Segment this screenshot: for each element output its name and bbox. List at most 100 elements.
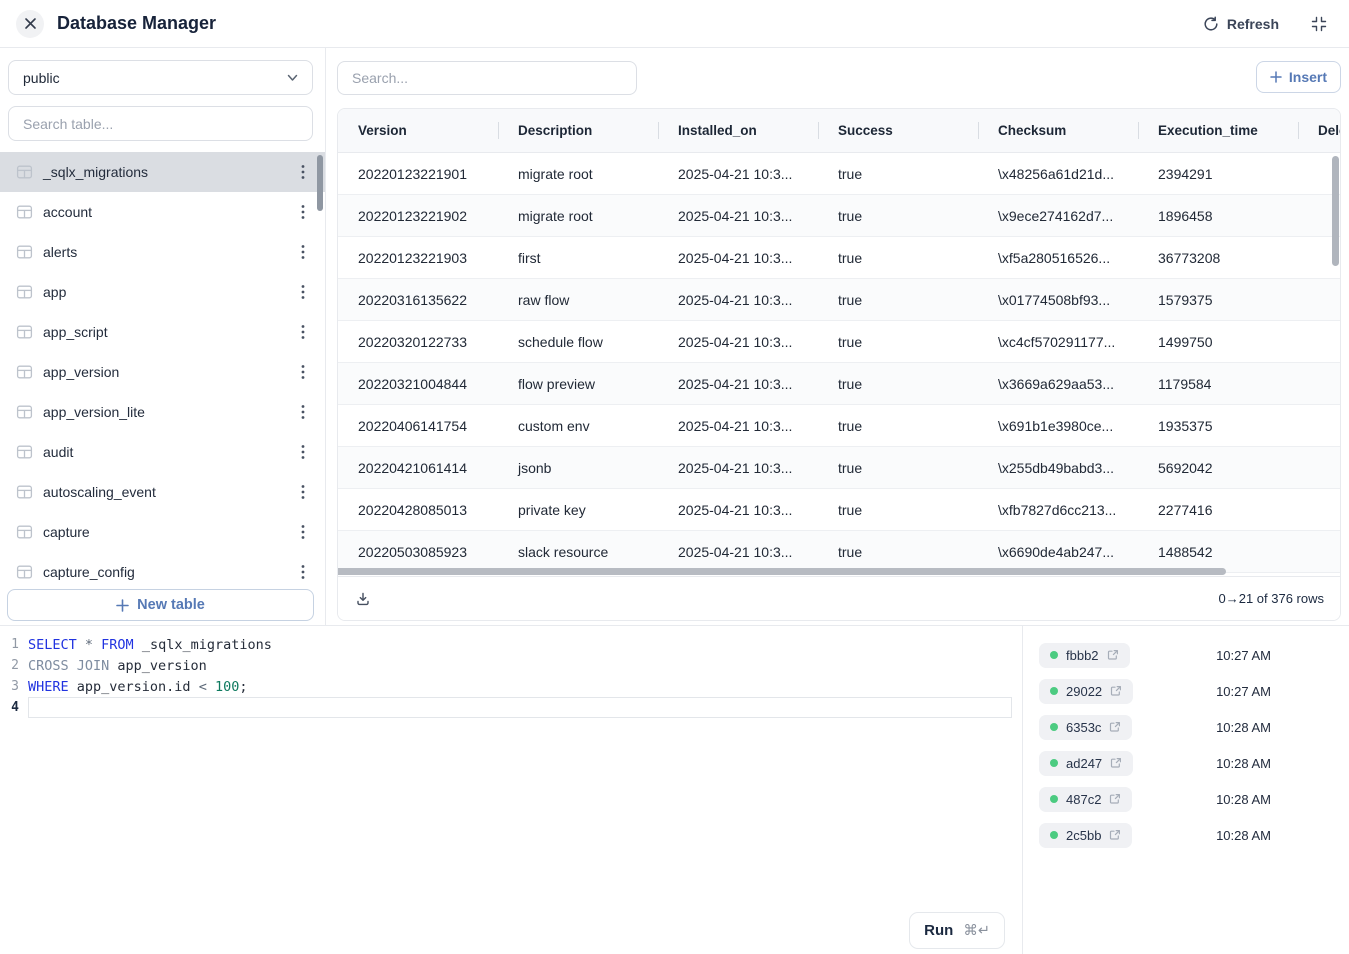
sql-editor[interactable]: 1 SELECT * FROM _sqlx_migrations 2 CROSS… — [0, 626, 1022, 954]
cell-checksum[interactable]: \x48256a61d21d... — [978, 153, 1138, 194]
column-header[interactable]: Description — [498, 109, 658, 152]
history-run-pill[interactable]: 6353c — [1039, 715, 1132, 740]
cell-description[interactable]: first — [498, 237, 658, 278]
history-run-pill[interactable]: 29022 — [1039, 679, 1133, 704]
cell-success[interactable]: true — [818, 405, 978, 446]
table-row[interactable]: 20220123221903 first 2025-04-21 10:3... … — [338, 237, 1340, 279]
download-button[interactable] — [355, 591, 371, 607]
cell-description[interactable]: raw flow — [498, 279, 658, 320]
cell-deleted[interactable] — [1298, 321, 1340, 362]
cell-success[interactable]: true — [818, 279, 978, 320]
table-row[interactable]: 20220123221901 migrate root 2025-04-21 1… — [338, 153, 1340, 195]
cell-deleted[interactable] — [1298, 363, 1340, 404]
cell-success[interactable]: true — [818, 195, 978, 236]
cell-success[interactable]: true — [818, 363, 978, 404]
cell-version[interactable]: 20220503085923 — [338, 531, 498, 572]
cell-success[interactable]: true — [818, 153, 978, 194]
column-header[interactable]: Success — [818, 109, 978, 152]
sidebar-table-item[interactable]: app_version_lite — [0, 392, 325, 432]
column-header[interactable]: Checksum — [978, 109, 1138, 152]
cell-deleted[interactable] — [1298, 447, 1340, 488]
table-menu-button[interactable] — [301, 244, 305, 260]
cell-installed-on[interactable]: 2025-04-21 10:3... — [658, 489, 818, 530]
cell-deleted[interactable] — [1298, 531, 1340, 572]
cell-installed-on[interactable]: 2025-04-21 10:3... — [658, 363, 818, 404]
cell-checksum[interactable]: \x01774508bf93... — [978, 279, 1138, 320]
insert-button[interactable]: Insert — [1256, 61, 1341, 93]
sidebar-table-item[interactable]: _sqlx_migrations — [0, 152, 325, 192]
cell-installed-on[interactable]: 2025-04-21 10:3... — [658, 279, 818, 320]
cell-checksum[interactable]: \x9ece274162d7... — [978, 195, 1138, 236]
cell-checksum[interactable]: \x3669a629aa53... — [978, 363, 1138, 404]
table-row[interactable]: 20220321004844 flow preview 2025-04-21 1… — [338, 363, 1340, 405]
cell-checksum[interactable]: \xf5a280516526... — [978, 237, 1138, 278]
sidebar-table-item[interactable]: capture — [0, 512, 325, 552]
table-menu-button[interactable] — [301, 364, 305, 380]
column-header[interactable]: Installed_on — [658, 109, 818, 152]
schema-select[interactable]: public — [8, 60, 313, 95]
cell-deleted[interactable] — [1298, 489, 1340, 530]
run-button[interactable]: Run ⌘↵ — [909, 912, 1005, 949]
column-header[interactable]: Deleted — [1298, 109, 1340, 152]
code-line-3[interactable]: 3 WHERE app_version.id < 100; — [0, 676, 1022, 697]
table-row[interactable]: 20220428085013 private key 2025-04-21 10… — [338, 489, 1340, 531]
sidebar-scrollbar[interactable] — [317, 155, 323, 211]
close-button[interactable] — [16, 10, 44, 38]
table-menu-button[interactable] — [301, 204, 305, 220]
table-menu-button[interactable] — [301, 324, 305, 340]
cell-version[interactable]: 20220320122733 — [338, 321, 498, 362]
cell-checksum[interactable]: \xc4cf570291177... — [978, 321, 1138, 362]
cell-checksum[interactable]: \x255db49babd3... — [978, 447, 1138, 488]
cell-description[interactable]: schedule flow — [498, 321, 658, 362]
cell-installed-on[interactable]: 2025-04-21 10:3... — [658, 195, 818, 236]
history-run-pill[interactable]: 487c2 — [1039, 787, 1132, 812]
cell-success[interactable]: true — [818, 447, 978, 488]
cell-version[interactable]: 20220123221902 — [338, 195, 498, 236]
history-run-pill[interactable]: ad247 — [1039, 751, 1133, 776]
cell-version[interactable]: 20220123221901 — [338, 153, 498, 194]
cell-installed-on[interactable]: 2025-04-21 10:3... — [658, 531, 818, 572]
cell-description[interactable]: custom env — [498, 405, 658, 446]
history-run-pill[interactable]: 2c5bb — [1039, 823, 1132, 848]
cell-success[interactable]: true — [818, 531, 978, 572]
cell-version[interactable]: 20220316135622 — [338, 279, 498, 320]
cell-success[interactable]: true — [818, 321, 978, 362]
cell-deleted[interactable] — [1298, 405, 1340, 446]
sidebar-table-item[interactable]: account — [0, 192, 325, 232]
collapse-button[interactable] — [1311, 16, 1327, 32]
cell-deleted[interactable] — [1298, 279, 1340, 320]
cell-execution-time[interactable]: 1488542 — [1138, 531, 1298, 572]
cell-description[interactable]: flow preview — [498, 363, 658, 404]
cell-installed-on[interactable]: 2025-04-21 10:3... — [658, 153, 818, 194]
cell-execution-time[interactable]: 5692042 — [1138, 447, 1298, 488]
table-row[interactable]: 20220123221902 migrate root 2025-04-21 1… — [338, 195, 1340, 237]
table-menu-button[interactable] — [301, 524, 305, 540]
column-header[interactable]: Execution_time — [1138, 109, 1298, 152]
sidebar-table-item[interactable]: autoscaling_event — [0, 472, 325, 512]
cell-description[interactable]: migrate root — [498, 195, 658, 236]
horizontal-scrollbar[interactable] — [338, 568, 1226, 575]
code-line-1[interactable]: 1 SELECT * FROM _sqlx_migrations — [0, 634, 1022, 655]
table-menu-button[interactable] — [301, 484, 305, 500]
cell-version[interactable]: 20220421061414 — [338, 447, 498, 488]
cell-version[interactable]: 20220123221903 — [338, 237, 498, 278]
table-row[interactable]: 20220406141754 custom env 2025-04-21 10:… — [338, 405, 1340, 447]
cell-installed-on[interactable]: 2025-04-21 10:3... — [658, 237, 818, 278]
cell-execution-time[interactable]: 1179584 — [1138, 363, 1298, 404]
cell-version[interactable]: 20220321004844 — [338, 363, 498, 404]
table-row[interactable]: 20220421061414 jsonb 2025-04-21 10:3... … — [338, 447, 1340, 489]
cell-description[interactable]: jsonb — [498, 447, 658, 488]
column-header[interactable]: Version — [338, 109, 498, 152]
cell-description[interactable]: migrate root — [498, 153, 658, 194]
cell-installed-on[interactable]: 2025-04-21 10:3... — [658, 321, 818, 362]
table-row[interactable]: 20220320122733 schedule flow 2025-04-21 … — [338, 321, 1340, 363]
table-menu-button[interactable] — [301, 444, 305, 460]
sidebar-table-item[interactable]: capture_config — [0, 552, 325, 588]
cell-checksum[interactable]: \x691b1e3980ce... — [978, 405, 1138, 446]
cell-installed-on[interactable]: 2025-04-21 10:3... — [658, 405, 818, 446]
cell-execution-time[interactable]: 1896458 — [1138, 195, 1298, 236]
table-row[interactable]: 20220316135622 raw flow 2025-04-21 10:3.… — [338, 279, 1340, 321]
table-menu-button[interactable] — [301, 404, 305, 420]
active-line-highlight[interactable] — [28, 697, 1012, 718]
sidebar-table-item[interactable]: audit — [0, 432, 325, 472]
